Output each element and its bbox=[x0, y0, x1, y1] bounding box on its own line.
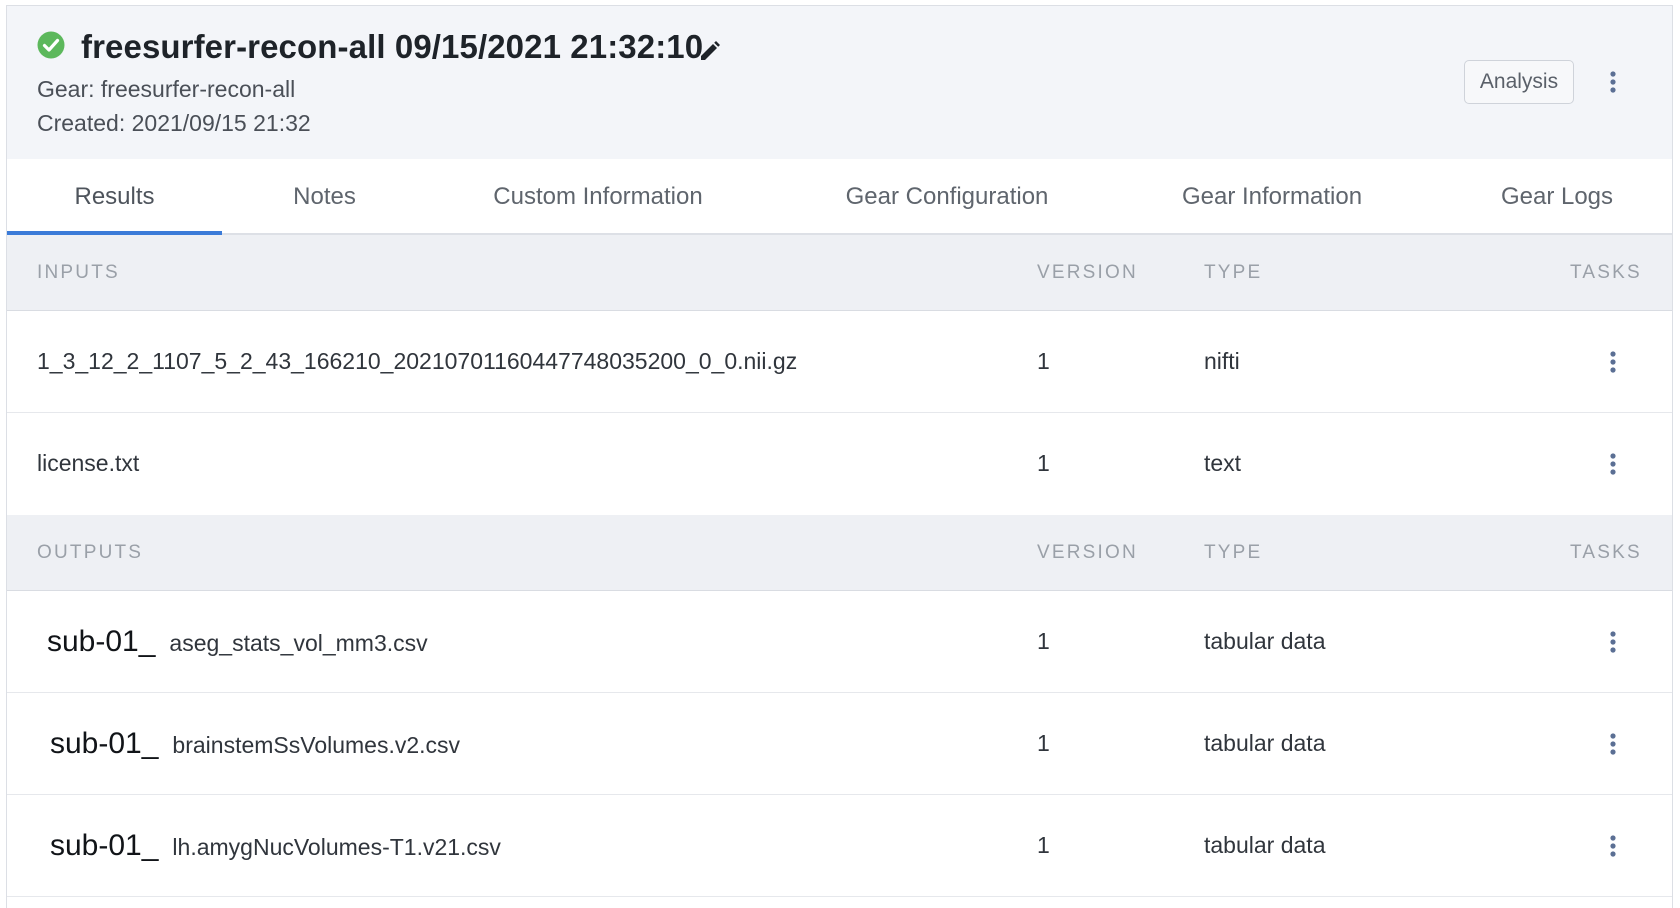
job-detail-panel: freesurfer-recon-all 09/15/2021 21:32:10… bbox=[6, 5, 1673, 908]
tab-results[interactable]: Results bbox=[7, 159, 222, 235]
kebab-menu-icon[interactable] bbox=[1603, 627, 1623, 657]
gear-name: Gear: freesurfer-recon-all bbox=[37, 76, 296, 102]
analysis-button[interactable]: Analysis bbox=[1464, 60, 1574, 104]
file-type: text bbox=[1204, 450, 1242, 476]
file-prefix: sub-01_ bbox=[50, 829, 159, 862]
file-prefix: sub-01_ bbox=[47, 625, 156, 658]
kebab-menu-icon[interactable] bbox=[1603, 67, 1623, 97]
file-version: 1 bbox=[1037, 348, 1050, 374]
pencil-icon[interactable] bbox=[698, 39, 722, 63]
outputs-column-version: VERSION bbox=[1037, 542, 1138, 563]
created-date: Created: 2021/09/15 21:32 bbox=[37, 110, 311, 136]
outputs-header-row: OUTPUTS VERSION TYPE TASKS bbox=[7, 515, 1672, 591]
tab-notes[interactable]: Notes bbox=[257, 159, 392, 235]
file-name-cell[interactable]: sub-01_ brainstemSsVolumes.v2.csv bbox=[50, 693, 460, 796]
outputs-column-type: TYPE bbox=[1204, 542, 1263, 563]
file-name-cell[interactable]: sub-01_ aseg_stats_vol_mm3.csv bbox=[47, 591, 428, 694]
file-name[interactable]: lh.amygNucVolumes-T1.v21.csv bbox=[172, 834, 501, 860]
file-type: tabular data bbox=[1204, 628, 1326, 654]
output-file-row[interactable]: sub-01_ aseg_stats_vol_mm3.csv 1 tabular … bbox=[7, 591, 1672, 693]
inputs-column-version: VERSION bbox=[1037, 262, 1138, 283]
file-name[interactable]: aseg_stats_vol_mm3.csv bbox=[169, 630, 427, 656]
inputs-header-row: INPUTS VERSION TYPE TASKS bbox=[7, 235, 1672, 311]
input-file-row[interactable]: 1_3_12_2_1107_5_2_43_166210_202107011604… bbox=[7, 311, 1672, 413]
inputs-column-type: TYPE bbox=[1204, 262, 1263, 283]
tab-custom-information[interactable]: Custom Information bbox=[463, 159, 733, 235]
file-prefix: sub-01_ bbox=[50, 727, 159, 760]
file-version: 1 bbox=[1037, 730, 1050, 756]
inputs-column-name: INPUTS bbox=[37, 262, 120, 283]
output-file-row[interactable]: sub-01_ brainstemSsVolumes.v2.csv 1 tabul… bbox=[7, 693, 1672, 795]
tab-gear-logs[interactable]: Gear Logs bbox=[1477, 159, 1637, 235]
file-name[interactable]: license.txt bbox=[37, 413, 139, 514]
file-type: nifti bbox=[1204, 348, 1240, 374]
check-circle-icon bbox=[37, 31, 65, 59]
tab-bar: Results Notes Custom Information Gear Co… bbox=[7, 159, 1672, 235]
output-file-row[interactable]: sub-01_ lh.amygNucVolumes-T1.v21.csv 1 ta… bbox=[7, 795, 1672, 897]
tab-gear-configuration[interactable]: Gear Configuration bbox=[807, 159, 1087, 235]
file-version: 1 bbox=[1037, 628, 1050, 654]
kebab-menu-icon[interactable] bbox=[1603, 449, 1623, 479]
file-name[interactable]: 1_3_12_2_1107_5_2_43_166210_202107011604… bbox=[37, 311, 797, 412]
file-version: 1 bbox=[1037, 832, 1050, 858]
file-name-cell[interactable]: sub-01_ lh.amygNucVolumes-T1.v21.csv bbox=[50, 795, 501, 898]
input-file-row[interactable]: license.txt 1 text bbox=[7, 413, 1672, 515]
job-title: freesurfer-recon-all 09/15/2021 21:32:10 bbox=[81, 28, 704, 65]
outputs-column-name: OUTPUTS bbox=[37, 542, 144, 563]
kebab-menu-icon[interactable] bbox=[1603, 347, 1623, 377]
outputs-column-tasks: TASKS bbox=[1570, 542, 1642, 563]
job-header: freesurfer-recon-all 09/15/2021 21:32:10… bbox=[7, 6, 1672, 159]
file-type: tabular data bbox=[1204, 730, 1326, 756]
file-type: tabular data bbox=[1204, 832, 1326, 858]
file-name[interactable]: brainstemSsVolumes.v2.csv bbox=[172, 732, 460, 758]
kebab-menu-icon[interactable] bbox=[1603, 831, 1623, 861]
inputs-column-tasks: TASKS bbox=[1570, 262, 1642, 283]
file-version: 1 bbox=[1037, 450, 1050, 476]
tab-gear-information[interactable]: Gear Information bbox=[1147, 159, 1397, 235]
kebab-menu-icon[interactable] bbox=[1603, 729, 1623, 759]
